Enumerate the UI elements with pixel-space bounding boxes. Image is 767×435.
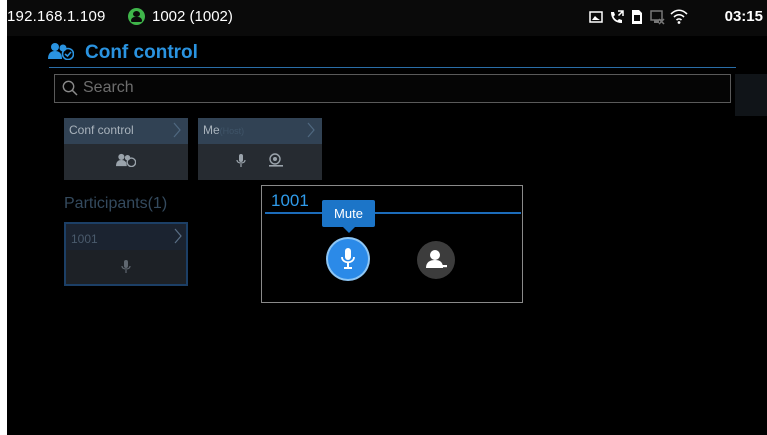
ip-address: 192.168.1.109 [7,8,106,25]
side-panel-tab[interactable] [735,74,767,116]
microphone-icon [121,260,131,273]
phone-screen: 192.168.1.109 1002 (1002) 03:15 Conf con… [7,0,767,435]
conf-control-tile[interactable]: Conf control [64,118,188,180]
chevron-right-icon [173,122,181,138]
chevron-right-icon [307,122,315,138]
wifi-icon [670,9,688,24]
dialog-title: 1001 [271,191,309,210]
participants-title: Participants(1) [64,195,168,212]
mute-button[interactable] [328,239,368,279]
mute-tooltip: Mute [322,200,375,233]
tile-label: Me(Host) [203,123,244,137]
chevron-right-icon [174,228,182,244]
account-label: 1002 (1002) [152,8,233,25]
tile-label-faded: (Host) [219,126,245,136]
ethernet-off-icon [650,10,665,25]
participant-label: 1001 [71,232,98,246]
tile-header: Conf control [64,118,188,144]
tile-header: 1001 [66,224,186,250]
camera-icon [269,153,283,167]
sim-card-icon [632,10,642,24]
search-placeholder: Search [83,79,134,96]
account-icon [128,8,145,25]
clock: 03:15 [724,8,763,25]
search-icon [62,80,78,96]
conference-icon [48,43,74,60]
remove-participant-button[interactable] [417,241,455,279]
search-input[interactable]: Search [54,74,731,103]
header-divider [49,67,736,68]
tile-label-text: Me [203,123,220,137]
me-tile[interactable]: Me(Host) [198,118,322,180]
remove-user-icon [426,250,447,268]
tile-header: Me(Host) [198,118,322,144]
call-forward-icon [611,10,624,23]
dialog-divider [265,212,521,214]
conference-icon [116,153,136,167]
image-icon [589,11,603,23]
tile-label: Conf control [69,123,134,137]
page-title: Conf control [85,42,198,63]
participant-tile[interactable]: 1001 [64,222,188,286]
status-bar: 192.168.1.109 1002 (1002) 03:15 [7,0,767,36]
microphone-icon [341,248,355,269]
microphone-icon [236,154,246,167]
participant-options-dialog: 1001 [261,185,523,303]
